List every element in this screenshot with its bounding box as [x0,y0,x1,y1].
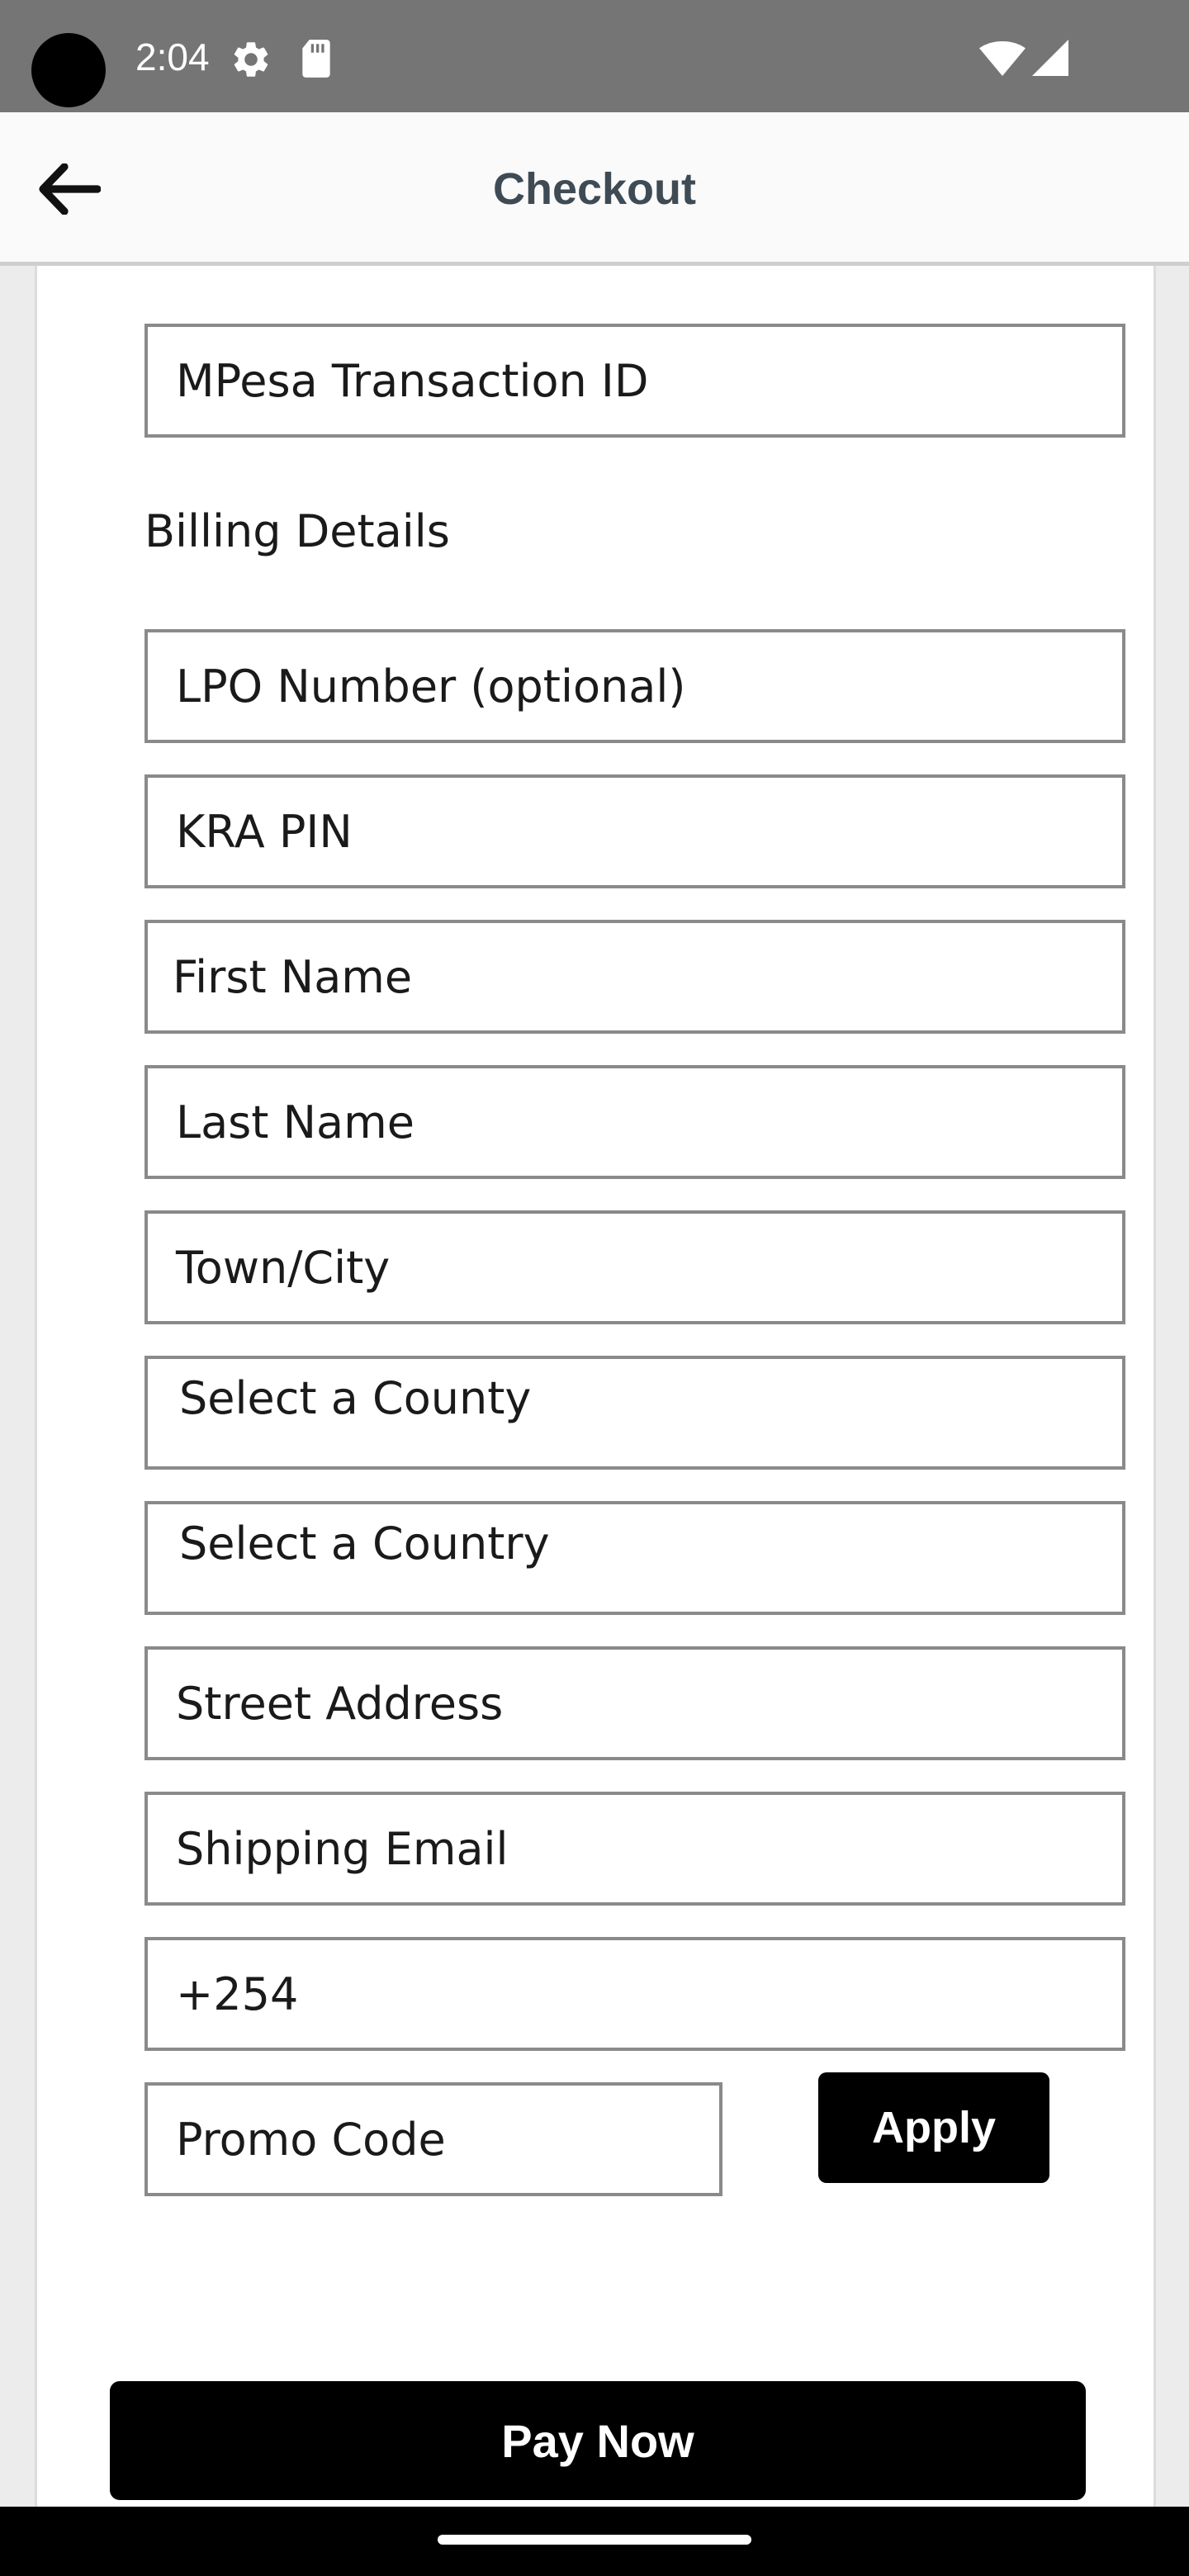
street-address-placeholder: Street Address [176,1677,504,1730]
app-bar: Checkout [0,112,1189,266]
town-city-placeholder: Town/City [176,1241,391,1294]
street-address-input[interactable]: Street Address [144,1646,1125,1760]
lpo-number-placeholder: LPO Number (optional) [176,660,686,713]
lpo-number-input[interactable]: LPO Number (optional) [144,629,1125,743]
home-gesture-handle[interactable] [438,2535,751,2545]
settings-gear-icon [234,42,268,77]
country-select-value: Select a Country [179,1518,550,1570]
kra-pin-input[interactable]: KRA PIN [144,774,1125,888]
apply-promo-button[interactable]: Apply [818,2072,1049,2183]
back-button[interactable] [20,144,119,234]
wifi-icon [979,41,1026,76]
arrow-left-icon [39,163,101,215]
billing-details-heading: Billing Details [144,505,450,557]
phone-input[interactable]: +254 [144,1937,1125,2051]
first-name-input[interactable]: First Name [144,920,1125,1034]
shipping-email-input[interactable]: Shipping Email [144,1792,1125,1906]
phone-value: +254 [176,1968,299,2020]
county-select[interactable]: Select a County [144,1356,1125,1470]
last-name-input[interactable]: Last Name [144,1065,1125,1179]
camera-cutout [31,33,106,107]
kra-pin-placeholder: KRA PIN [176,805,353,858]
county-select-value: Select a County [179,1372,532,1424]
system-navigation-bar [0,2507,1189,2576]
mpesa-transaction-id-placeholder: MPesa Transaction ID [176,354,649,407]
page-title: Checkout [492,164,697,214]
town-city-input[interactable]: Town/City [144,1210,1125,1324]
pay-now-button[interactable]: Pay Now [110,2381,1086,2500]
promo-code-input[interactable]: Promo Code [144,2082,722,2196]
cell-signal-icon [1032,40,1068,76]
country-select[interactable]: Select a Country [144,1501,1125,1615]
shipping-email-placeholder: Shipping Email [176,1822,509,1875]
sd-card-icon [302,40,330,78]
status-time: 2:04 [135,36,210,78]
first-name-placeholder: First Name [173,950,413,1003]
promo-code-placeholder: Promo Code [176,2113,446,2166]
last-name-placeholder: Last Name [176,1096,414,1148]
status-bar: 2:04 [0,0,1189,112]
mpesa-transaction-id-input[interactable]: MPesa Transaction ID [144,324,1125,438]
checkout-form-card: MPesa Transaction ID Billing Details LPO… [35,266,1156,2543]
